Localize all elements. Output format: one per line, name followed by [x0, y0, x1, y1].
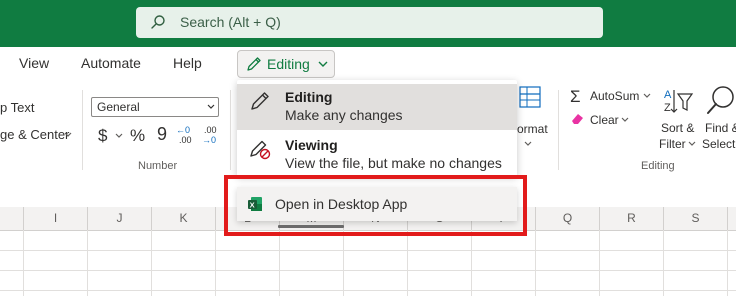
clear-button[interactable]: Clear	[590, 113, 619, 127]
percent-format-button[interactable]: %	[130, 126, 145, 145]
ribbon-separator	[230, 90, 231, 170]
chevron-down-icon	[318, 61, 328, 67]
find-select-label-1[interactable]: Find &	[705, 121, 736, 135]
sort-filter-label-1[interactable]: Sort &	[661, 121, 694, 135]
dropdown-item-title: Viewing	[285, 137, 338, 153]
increase-decimal-top: ←0	[176, 125, 191, 135]
editing-mode-label: Editing	[267, 56, 310, 72]
column-gridline	[151, 230, 152, 296]
find-select-label-2[interactable]: Select	[702, 137, 735, 151]
currency-format-button[interactable]: $	[98, 126, 107, 145]
ribbon-separator	[82, 90, 83, 170]
column-gridline	[343, 230, 344, 296]
editing-group-label: Editing	[641, 160, 675, 172]
svg-text:Z: Z	[664, 102, 671, 114]
dropdown-item-viewing[interactable]: Viewing View the file, but make no chang…	[237, 132, 517, 178]
decrease-decimal-top: .00	[204, 125, 217, 135]
menu-automate[interactable]: Automate	[81, 55, 141, 72]
dropdown-item-description: Make any changes	[285, 107, 403, 123]
chevron-down-icon[interactable]	[115, 133, 123, 139]
pencil-icon	[251, 92, 269, 110]
search-icon	[151, 15, 165, 29]
highlight-box	[224, 175, 527, 236]
search-placeholder: Search (Alt + Q)	[180, 14, 281, 30]
magnifier-icon[interactable]	[706, 85, 736, 117]
row-gridline	[0, 250, 736, 251]
column-gridline	[87, 230, 88, 296]
editing-mode-dropdown: Editing Make any changes Viewing View th…	[237, 80, 517, 176]
format-table-icon[interactable]	[519, 86, 541, 108]
column-header[interactable]: S	[664, 207, 728, 230]
chevron-down-icon[interactable]	[524, 141, 532, 147]
column-header-partial[interactable]	[728, 207, 736, 230]
dropdown-item-editing[interactable]: Editing Make any changes	[237, 84, 517, 130]
dropdown-item-description: View the file, but make no changes	[285, 155, 502, 171]
wrap-text-button[interactable]: p Text	[0, 101, 34, 115]
merge-center-button[interactable]: ge & Center	[0, 128, 69, 142]
column-gridline	[471, 230, 472, 296]
dropdown-item-title: Editing	[285, 89, 333, 105]
number-format-value: General	[97, 100, 140, 114]
ribbon-separator	[558, 90, 559, 170]
decrease-decimal-button[interactable]: .00 →0	[202, 125, 222, 147]
format-button-label[interactable]: ormat	[517, 122, 548, 136]
number-format-select[interactable]: General	[91, 97, 219, 117]
increase-decimal-button[interactable]: ←0 .00	[176, 125, 196, 147]
chevron-down-icon[interactable]	[688, 141, 696, 147]
cell-grid[interactable]	[0, 231, 736, 296]
column-header-partial[interactable]	[0, 207, 24, 230]
column-gridline	[727, 230, 728, 296]
column-header[interactable]: I	[24, 207, 88, 230]
menu-view[interactable]: View	[19, 55, 49, 72]
title-bar: Search (Alt + Q)	[0, 0, 736, 47]
number-group-label: Number	[138, 160, 178, 172]
sort-filter-label-2[interactable]: Filter	[659, 137, 686, 151]
column-gridline	[215, 230, 216, 296]
column-header[interactable]: Q	[536, 207, 600, 230]
decrease-decimal-bottom: →0	[202, 135, 217, 145]
editing-mode-button[interactable]: Editing	[237, 50, 335, 78]
sort-filter-icon[interactable]: A Z	[662, 86, 694, 116]
column-gridline	[599, 230, 600, 296]
column-header[interactable]: R	[600, 207, 664, 230]
column-header[interactable]: J	[88, 207, 152, 230]
svg-text:A: A	[664, 89, 672, 101]
chevron-down-icon[interactable]	[64, 132, 72, 138]
sigma-icon: Σ	[570, 87, 581, 106]
autosum-button[interactable]: AutoSum	[590, 89, 639, 103]
pencil-icon	[247, 57, 261, 71]
increase-decimal-bottom: .00	[179, 135, 192, 145]
pencil-prohibited-icon	[250, 140, 271, 160]
column-gridline	[535, 230, 536, 296]
comma-style-button[interactable]: 9	[157, 124, 167, 144]
column-gridline	[663, 230, 664, 296]
menu-help[interactable]: Help	[173, 55, 202, 72]
column-header[interactable]: K	[152, 207, 216, 230]
eraser-icon	[572, 114, 583, 124]
row-gridline	[0, 290, 736, 291]
search-box[interactable]: Search (Alt + Q)	[136, 7, 603, 38]
chevron-down-icon	[207, 104, 215, 109]
chevron-down-icon[interactable]	[621, 117, 629, 123]
chevron-down-icon[interactable]	[643, 93, 651, 99]
column-gridline	[23, 230, 24, 296]
column-gridline	[407, 230, 408, 296]
row-gridline	[0, 270, 736, 271]
column-gridline	[279, 230, 280, 296]
